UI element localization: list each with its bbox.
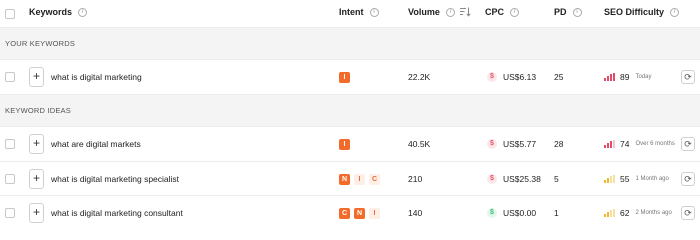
add-keyword-button[interactable]: + [29,134,44,154]
dollar-icon: $ [487,139,497,149]
table-row: + what are digital markets I 40.5K $ US$… [0,127,700,162]
pd-value: 1 [554,208,559,218]
column-keywords-label: Keywords [29,7,73,17]
seo-difficulty-value: 55 [620,174,630,184]
difficulty-bars-icon [604,140,615,148]
intent-badge[interactable]: I [339,72,350,83]
refresh-button[interactable]: ⟳ [681,70,695,84]
seo-difficulty-cell: 74 Over 6 months [604,139,675,149]
table-row: + what is digital marketing consultant C… [0,196,700,229]
info-icon[interactable]: i [510,7,520,17]
updated-text: Over 6 months [635,141,675,147]
difficulty-bars-icon [604,73,615,81]
row-checkbox[interactable] [5,72,15,82]
cpc-value: US$5.77 [503,139,537,149]
info-icon[interactable]: i [572,7,582,17]
cpc-cell: $ US$5.77 [487,139,536,149]
pd-value: 5 [554,174,559,184]
keyword-text[interactable]: what are digital markets [51,139,141,149]
cpc-cell: $ US$25.38 [487,174,541,184]
add-keyword-button[interactable]: + [29,203,44,223]
cpc-value: US$6.13 [503,72,537,82]
difficulty-bars-icon [604,209,615,217]
updated-text: Today [635,74,652,80]
dollar-icon: $ [487,72,497,82]
volume-value: 140 [408,208,423,218]
seo-difficulty-value: 62 [620,208,630,218]
pd-value: 25 [554,72,564,82]
column-volume-label: Volume [408,7,440,17]
add-keyword-button[interactable]: + [29,67,44,87]
column-pd[interactable]: PD i [554,7,582,17]
intent-badges: I [339,139,350,150]
column-seo-difficulty[interactable]: SEO Difficulty i [604,7,680,17]
intent-badge[interactable]: C [339,208,350,219]
section-label: YOUR KEYWORDS [5,39,76,48]
seo-difficulty-cell: 62 2 Months ago [604,208,672,218]
keyword-text[interactable]: what is digital marketing [51,72,142,82]
intent-badges: C N I [339,208,380,219]
updated-text: 1 Month ago [635,176,669,182]
intent-badges: N I C [339,174,380,185]
section-keyword-ideas: KEYWORD IDEAS [0,95,700,127]
dollar-icon: $ [487,208,497,218]
column-volume[interactable]: Volume i [408,7,471,17]
column-intent[interactable]: Intent i [339,7,379,17]
section-label: KEYWORD IDEAS [5,106,71,115]
refresh-button[interactable]: ⟳ [681,137,695,151]
keyword-text[interactable]: what is digital marketing consultant [51,208,183,218]
section-your-keywords: YOUR KEYWORDS [0,28,700,60]
cpc-cell: $ US$0.00 [487,208,536,218]
column-cpc-label: CPC [485,7,505,17]
row-checkbox[interactable] [5,139,15,149]
column-intent-label: Intent [339,7,364,17]
updated-text: 2 Months ago [635,210,672,216]
cpc-value: US$0.00 [503,208,537,218]
table-row: + what is digital marketing specialist N… [0,162,700,196]
info-icon[interactable]: i [445,7,455,17]
table-row: + what is digital marketing I 22.2K $ US… [0,60,700,95]
intent-badge[interactable]: I [339,139,350,150]
seo-difficulty-cell: 55 1 Month ago [604,174,669,184]
cpc-cell: $ US$6.13 [487,72,536,82]
intent-badge[interactable]: I [369,208,380,219]
seo-difficulty-value: 89 [620,72,630,82]
seo-difficulty-value: 74 [620,139,630,149]
column-pd-label: PD [554,7,567,17]
intent-badges: I [339,72,350,83]
column-seo-difficulty-label: SEO Difficulty [604,7,665,17]
sort-icon[interactable] [459,7,471,17]
volume-value: 210 [408,174,423,184]
info-icon[interactable]: i [670,7,680,17]
dollar-icon: $ [487,174,497,184]
intent-badge[interactable]: N [354,208,365,219]
info-icon[interactable]: i [78,7,88,17]
intent-badge[interactable]: I [354,174,365,185]
row-checkbox[interactable] [5,208,15,218]
table-header: Keywords i Intent i Volume i CPC i PD i … [0,0,700,28]
select-all-checkbox[interactable] [5,9,15,19]
volume-value: 22.2K [408,72,431,82]
column-cpc[interactable]: CPC i [485,7,520,17]
row-checkbox[interactable] [5,174,15,184]
add-keyword-button[interactable]: + [29,169,44,189]
pd-value: 28 [554,139,564,149]
keyword-text[interactable]: what is digital marketing specialist [51,174,179,184]
volume-value: 40.5K [408,139,431,149]
seo-difficulty-cell: 89 Today [604,72,651,82]
intent-badge[interactable]: N [339,174,350,185]
refresh-button[interactable]: ⟳ [681,206,695,220]
refresh-button[interactable]: ⟳ [681,172,695,186]
column-keywords[interactable]: Keywords i [29,7,88,17]
info-icon[interactable]: i [369,7,379,17]
difficulty-bars-icon [604,175,615,183]
intent-badge[interactable]: C [369,174,380,185]
cpc-value: US$25.38 [503,174,541,184]
